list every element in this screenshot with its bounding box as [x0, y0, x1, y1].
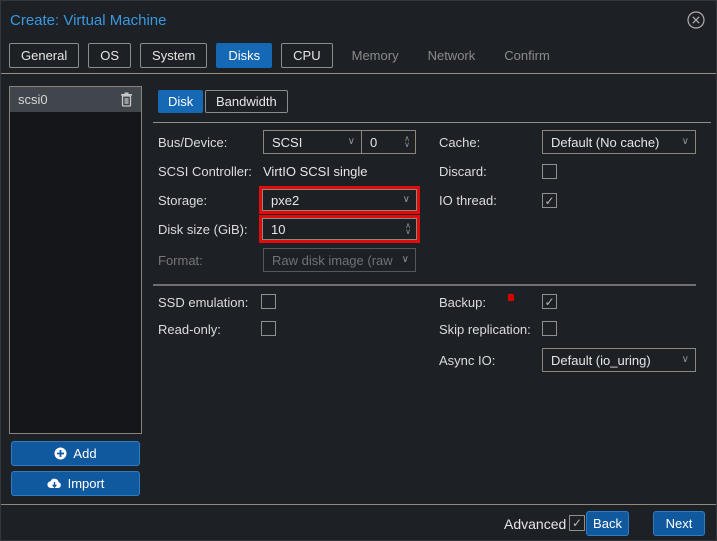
cache-label: Cache:: [439, 135, 480, 150]
storage-select[interactable]: pxe2 ∨: [262, 189, 417, 211]
ssd-emulation-label: SSD emulation:: [158, 295, 248, 310]
read-only-label: Read-only:: [158, 322, 221, 337]
tab-memory: Memory: [342, 43, 409, 68]
scsi-controller-value: VirtIO SCSI single: [263, 164, 368, 179]
spinner-arrows-icon[interactable]: ∧∨: [404, 136, 415, 148]
disk-size-label: Disk size (GiB):: [158, 222, 248, 237]
disk-size-stepper[interactable]: 10 ∧∨: [262, 218, 417, 240]
subtab-disk[interactable]: Disk: [158, 90, 203, 113]
spinner-arrows-icon[interactable]: ∧∨: [405, 223, 416, 235]
io-thread-checkbox[interactable]: [542, 193, 557, 208]
backup-checkbox[interactable]: [542, 294, 557, 309]
back-button[interactable]: Back: [586, 511, 629, 536]
import-button-label: Import: [68, 476, 105, 491]
import-disk-button[interactable]: Import: [11, 471, 140, 496]
bus-device-label: Bus/Device:: [158, 135, 227, 150]
section-divider: [153, 284, 696, 286]
chevron-down-icon: ∨: [682, 355, 695, 365]
chevron-down-icon: ∨: [682, 137, 695, 147]
tab-os[interactable]: OS: [88, 43, 131, 68]
chevron-down-icon: ∨: [403, 195, 416, 205]
add-disk-button[interactable]: Add: [11, 441, 140, 466]
format-select-disabled: Raw disk image (raw ∨: [263, 248, 416, 272]
discard-checkbox[interactable]: [542, 164, 557, 179]
disk-item-label: scsi0: [18, 92, 120, 107]
footer-divider: [1, 504, 717, 505]
chevron-down-icon: ∨: [402, 255, 415, 265]
tab-system[interactable]: System: [140, 43, 207, 68]
tab-confirm: Confirm: [494, 43, 560, 68]
modified-field-marker: [508, 294, 514, 301]
storage-label: Storage:: [158, 193, 207, 208]
advanced-label: Advanced: [504, 516, 566, 532]
async-io-label: Async IO:: [439, 353, 495, 368]
discard-label: Discard:: [439, 164, 487, 179]
disk-size-highlight-box: 10 ∧∨: [259, 215, 420, 243]
dialog-title: Create: Virtual Machine: [10, 12, 166, 29]
header-divider: [1, 73, 717, 74]
ssd-emulation-checkbox[interactable]: [261, 294, 276, 309]
create-vm-dialog: Create: Virtual Machine General OS Syste…: [0, 0, 717, 541]
tab-disks[interactable]: Disks: [216, 43, 272, 68]
plus-circle-icon: [54, 447, 67, 460]
backup-label: Backup:: [439, 295, 486, 310]
read-only-checkbox[interactable]: [261, 321, 276, 336]
disk-list-panel: scsi0: [9, 86, 142, 434]
io-thread-label: IO thread:: [439, 193, 497, 208]
wizard-tabbar: General OS System Disks CPU Memory Netwo…: [9, 43, 560, 68]
advanced-checkbox[interactable]: [569, 515, 585, 531]
cache-select[interactable]: Default (No cache) ∨: [542, 130, 696, 154]
next-button[interactable]: Next: [653, 511, 705, 536]
trash-icon[interactable]: [120, 92, 133, 107]
async-io-select[interactable]: Default (io_uring) ∨: [542, 348, 696, 372]
cloud-download-icon: [47, 478, 62, 490]
format-label: Format:: [158, 253, 203, 268]
bus-select[interactable]: SCSI ∨: [263, 130, 362, 154]
scsi-controller-label: SCSI Controller:: [158, 164, 252, 179]
skip-replication-checkbox[interactable]: [542, 321, 557, 336]
subtab-bandwidth[interactable]: Bandwidth: [205, 90, 288, 113]
subtab-divider: [153, 122, 711, 123]
device-number-stepper[interactable]: 0 ∧∨: [361, 130, 416, 154]
add-button-label: Add: [73, 446, 96, 461]
chevron-down-icon: ∨: [348, 137, 361, 147]
tab-cpu[interactable]: CPU: [281, 43, 332, 68]
storage-highlight-box: pxe2 ∨: [259, 186, 420, 214]
close-button[interactable]: [686, 10, 706, 30]
tab-network: Network: [418, 43, 486, 68]
close-icon: [686, 18, 706, 33]
disk-list-item-scsi0[interactable]: scsi0: [10, 87, 141, 112]
skip-replication-label: Skip replication:: [439, 322, 531, 337]
tab-general[interactable]: General: [9, 43, 79, 68]
